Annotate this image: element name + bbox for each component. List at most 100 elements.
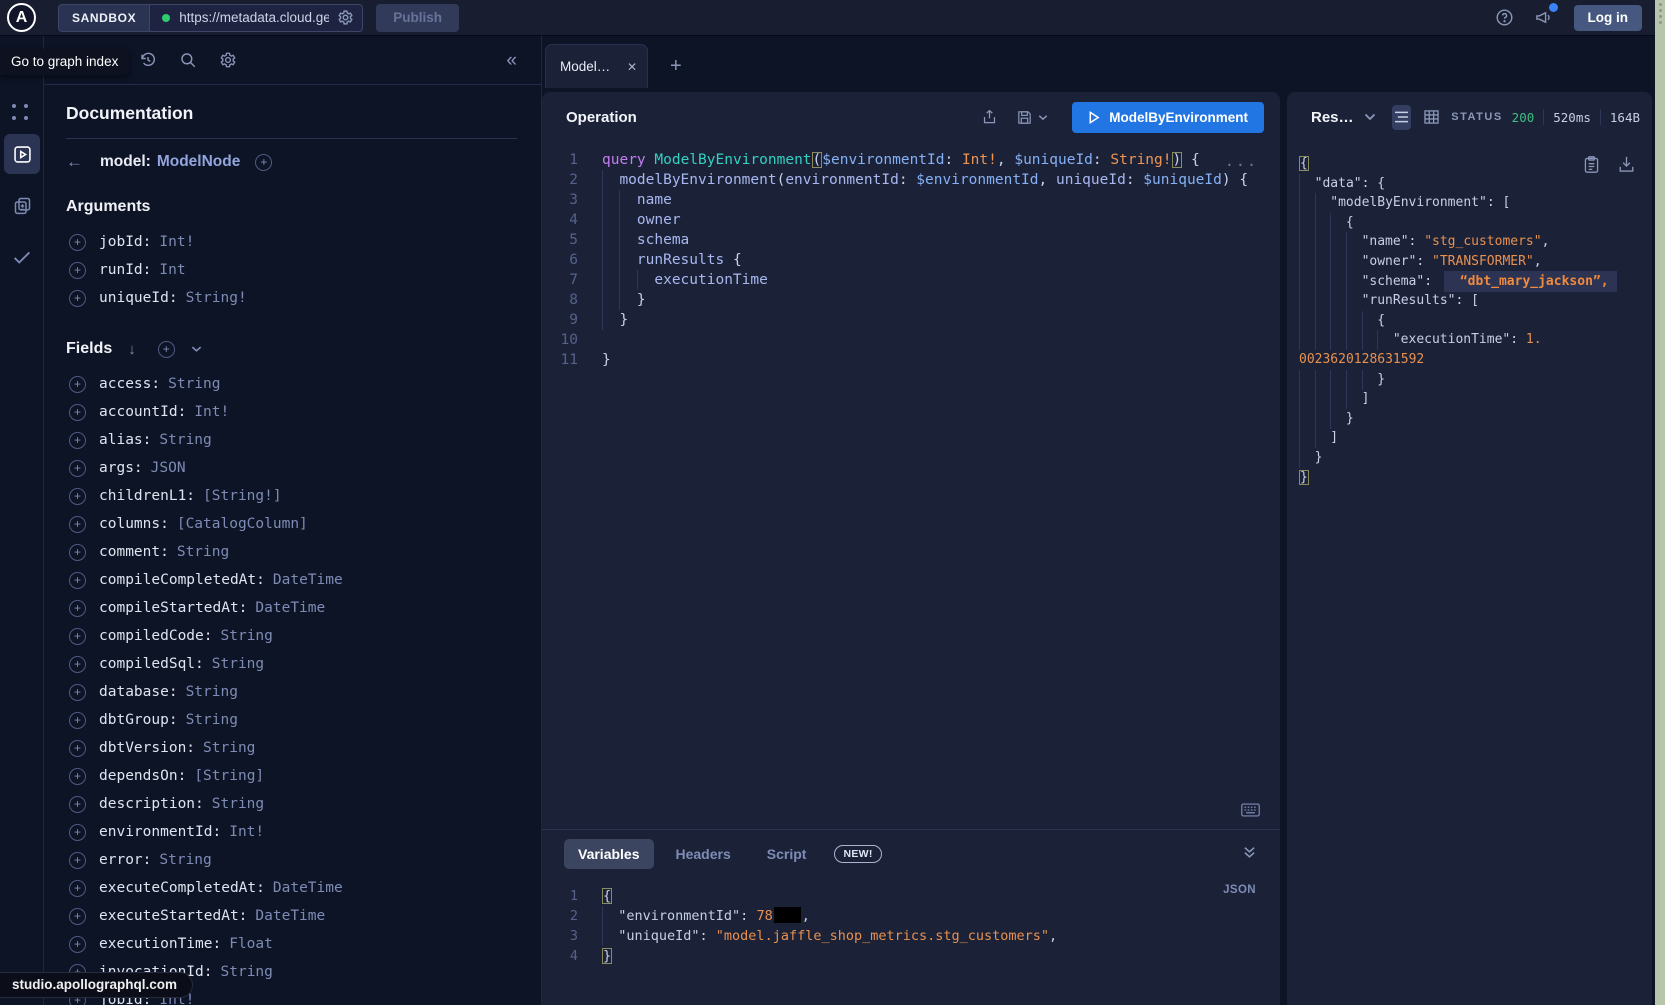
login-button[interactable]: Log in <box>1574 5 1643 31</box>
add-field-button[interactable]: + <box>69 824 86 841</box>
field-type[interactable]: String <box>221 964 273 980</box>
field-type[interactable]: [CatalogColumn] <box>177 516 308 532</box>
tab-headers[interactable]: Headers <box>662 839 745 869</box>
field-name[interactable]: database: <box>99 684 178 700</box>
add-field-button[interactable]: + <box>69 628 86 645</box>
field-type[interactable]: Int <box>159 262 185 278</box>
back-arrow-icon[interactable]: ← <box>66 152 88 172</box>
field-name[interactable]: childrenL1: <box>99 488 195 504</box>
copy-response-icon[interactable] <box>1584 156 1599 173</box>
field-name[interactable]: args: <box>99 460 143 476</box>
field-type[interactable]: DateTime <box>255 600 325 616</box>
field-name[interactable]: access: <box>99 376 160 392</box>
field-type[interactable]: String <box>159 432 211 448</box>
add-field-button[interactable]: + <box>69 262 86 279</box>
collapse-docs-icon[interactable]: « <box>506 51 517 70</box>
add-field-button[interactable]: + <box>69 516 86 533</box>
add-all-fields-button[interactable]: + <box>158 341 175 358</box>
field-type[interactable]: Float <box>229 936 273 952</box>
add-field-button[interactable]: + <box>69 740 86 757</box>
field-type[interactable]: [String!] <box>203 488 282 504</box>
add-field-button[interactable]: + <box>69 600 86 617</box>
field-name[interactable]: error: <box>99 852 151 868</box>
operation-editor[interactable]: ··· 1query ModelByEnvironment($environme… <box>542 142 1280 829</box>
help-icon[interactable] <box>1495 8 1514 27</box>
add-type-button[interactable]: + <box>255 154 272 171</box>
field-type[interactable]: String <box>212 796 264 812</box>
add-field-button[interactable]: + <box>69 684 86 701</box>
new-tab-button[interactable]: + <box>670 56 682 76</box>
add-field-button[interactable]: + <box>69 908 86 925</box>
field-name[interactable]: runId: <box>99 262 151 278</box>
history-icon[interactable] <box>139 51 157 69</box>
field-type[interactable]: DateTime <box>255 908 325 924</box>
response-code[interactable]: {"data": {"modelByEnvironment": [{"name"… <box>1299 154 1652 487</box>
add-field-button[interactable]: + <box>69 656 86 673</box>
settings-gear-icon[interactable] <box>219 51 237 69</box>
field-name[interactable]: environmentId: <box>99 824 221 840</box>
field-type[interactable]: DateTime <box>273 572 343 588</box>
field-type[interactable]: String <box>159 852 211 868</box>
add-field-button[interactable]: + <box>69 432 86 449</box>
add-field-button[interactable]: + <box>69 234 86 251</box>
endpoint-settings-gear-icon[interactable] <box>337 9 354 26</box>
add-field-button[interactable]: + <box>69 796 86 813</box>
save-operation-group[interactable] <box>1016 109 1048 126</box>
field-type[interactable]: Int! <box>229 824 264 840</box>
field-name[interactable]: dbtVersion: <box>99 740 195 756</box>
add-field-button[interactable]: + <box>69 488 86 505</box>
share-operation-icon[interactable] <box>981 108 998 126</box>
add-field-button[interactable]: + <box>69 290 86 307</box>
field-name[interactable]: comment: <box>99 544 169 560</box>
field-type[interactable]: Int! <box>194 404 229 420</box>
add-field-button[interactable]: + <box>69 712 86 729</box>
add-field-button[interactable]: + <box>69 572 86 589</box>
field-type[interactable]: String <box>186 712 238 728</box>
field-type[interactable]: String <box>212 656 264 672</box>
tab-script[interactable]: Script <box>753 839 821 869</box>
field-type[interactable]: Int! <box>159 234 194 250</box>
add-field-button[interactable]: + <box>69 404 86 421</box>
response-dropdown-chevron-icon[interactable] <box>1364 113 1376 121</box>
response-view-table-icon[interactable] <box>1421 105 1441 130</box>
field-name[interactable]: alias: <box>99 432 151 448</box>
operation-code[interactable]: 1query ModelByEnvironment($environmentId… <box>542 150 1280 370</box>
publish-button[interactable]: Publish <box>376 4 459 32</box>
breadcrumb-type-link[interactable]: ModelNode <box>157 153 241 171</box>
add-field-button[interactable]: + <box>69 768 86 785</box>
field-name[interactable]: executionTime: <box>99 936 221 952</box>
field-name[interactable]: executeStartedAt: <box>99 908 247 924</box>
field-name[interactable]: accountId: <box>99 404 186 420</box>
announcements-icon[interactable] <box>1534 8 1554 27</box>
field-name[interactable]: executeCompletedAt: <box>99 880 265 896</box>
add-field-button[interactable]: + <box>69 880 86 897</box>
field-name[interactable]: uniqueId: <box>99 290 178 306</box>
sidebar-item-checks[interactable] <box>4 240 40 274</box>
field-type[interactable]: String <box>177 544 229 560</box>
field-name[interactable]: description: <box>99 796 204 812</box>
field-name[interactable]: jobId: <box>99 234 151 250</box>
field-type[interactable]: String <box>186 684 238 700</box>
field-type[interactable]: JSON <box>151 460 186 476</box>
graph-index-icon[interactable] <box>12 104 30 122</box>
field-type[interactable]: String! <box>186 290 247 306</box>
operation-kebab-menu-icon[interactable]: ··· <box>1225 156 1258 174</box>
sidebar-item-schema[interactable] <box>4 188 40 222</box>
field-name[interactable]: compileStartedAt: <box>99 600 247 616</box>
endpoint-url-input[interactable]: https://metadata.cloud.get <box>179 10 329 25</box>
field-type[interactable]: String <box>221 628 273 644</box>
field-type[interactable]: DateTime <box>273 880 343 896</box>
sidebar-item-explorer[interactable] <box>4 134 40 174</box>
tab-variables[interactable]: Variables <box>564 839 654 869</box>
download-response-icon[interactable] <box>1619 156 1634 173</box>
sort-fields-icon[interactable]: ↓ <box>128 341 136 358</box>
add-field-button[interactable]: + <box>69 376 86 393</box>
keyboard-shortcuts-icon[interactable] <box>1241 803 1260 817</box>
variables-code[interactable]: 1{2"environmentId": 78,3"uniqueId": "mod… <box>542 878 1280 966</box>
field-type[interactable]: [String] <box>194 768 264 784</box>
tab-model-by-environment[interactable]: ModelByEnvi… ✕ <box>545 44 648 88</box>
run-operation-button[interactable]: ModelByEnvironment <box>1072 102 1264 133</box>
add-field-button[interactable]: + <box>69 460 86 477</box>
add-field-button[interactable]: + <box>69 936 86 953</box>
fields-options-chevron-icon[interactable] <box>191 345 202 353</box>
